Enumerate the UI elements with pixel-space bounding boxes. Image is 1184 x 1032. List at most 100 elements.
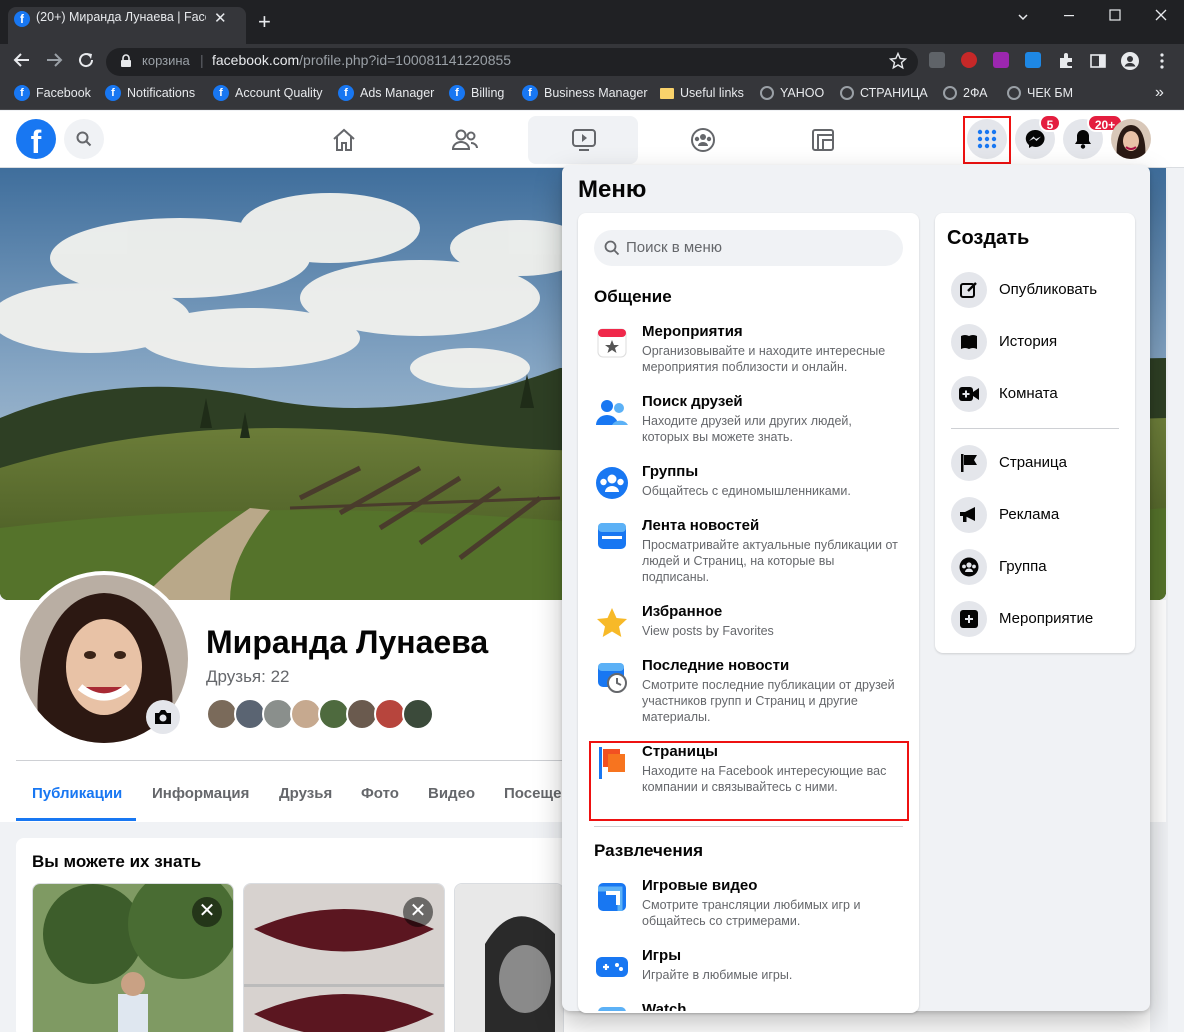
extension-code-icon[interactable] [929, 52, 945, 68]
lock-icon[interactable] [120, 54, 132, 68]
video-plus-icon [951, 376, 987, 412]
reload-icon[interactable] [77, 51, 95, 69]
extension-purple-icon[interactable] [993, 52, 1009, 68]
bookmark-business-manager[interactable]: f Business Manager [522, 84, 648, 102]
watch-icon [598, 1007, 626, 1011]
tab-friends[interactable]: Друзья [279, 785, 332, 802]
star-icon [597, 608, 627, 637]
bookmark-useful-links[interactable]: Useful links [660, 84, 744, 102]
bookmark-2fa[interactable]: 2ФА [943, 84, 988, 102]
friend-avatar[interactable] [402, 698, 434, 730]
bookmark-check-bm[interactable]: ЧЕК БМ [1007, 84, 1073, 102]
tab-photos[interactable]: Фото [361, 785, 399, 802]
tab-checkins[interactable]: Посеще [504, 785, 561, 802]
menu-item-groups[interactable]: Группы Общайтесь с единомышленниками. [594, 463, 904, 503]
nav-friends[interactable] [409, 116, 519, 164]
url-separator: | [200, 52, 204, 68]
url-text[interactable]: facebook.com/profile.php?id=100081141220… [212, 52, 511, 68]
facebook-logo-icon[interactable]: f [16, 119, 56, 160]
bookmarks-overflow[interactable]: » [1155, 84, 1164, 102]
active-tab-indicator [16, 818, 136, 821]
bookmark-label: Account Quality [235, 86, 323, 100]
bookmark-label: Useful links [680, 86, 744, 100]
create-group-button[interactable]: Группа [951, 549, 1121, 585]
dismiss-icon[interactable]: ✕ [192, 897, 222, 927]
bookmark-star-icon[interactable] [889, 52, 907, 70]
book-icon [951, 324, 987, 360]
create-page-button[interactable]: Страница [951, 445, 1121, 481]
menu-item-title: Watch [642, 1001, 687, 1011]
bookmark-facebook[interactable]: f Facebook [14, 84, 91, 102]
search-button[interactable] [64, 119, 104, 159]
suggestion-card[interactable]: ✕ [32, 883, 234, 1032]
tab-search-icon[interactable] [1016, 10, 1030, 24]
suggestion-card[interactable] [454, 883, 564, 1032]
bookmark-ads-manager[interactable]: f Ads Manager [338, 84, 434, 102]
tab-title[interactable]: (20+) Миранда Лунаева | Faceb [36, 10, 206, 24]
facebook-icon: f [338, 85, 354, 101]
maximize-icon[interactable] [1108, 8, 1122, 22]
menu-item-find-friends[interactable]: Поиск друзей Находите друзей или других … [594, 393, 904, 449]
menu-item-recent[interactable]: Последние новости Смотрите последние пуб… [594, 657, 904, 729]
menu-item-gaming-video[interactable]: Игровые видео Смотрите трансляции любимы… [594, 877, 904, 933]
flag-icon [951, 445, 987, 481]
extension-red-icon[interactable] [961, 52, 977, 68]
nav-groups[interactable] [648, 116, 758, 164]
menu-item-news-feed[interactable]: Лента новостей Просматривайте актуальные… [594, 517, 904, 589]
menu-item-title: Поиск друзей [642, 393, 743, 410]
profile-friends-count[interactable]: Друзья: 22 [206, 667, 290, 687]
create-label: История [999, 333, 1058, 350]
menu-item-events[interactable]: Мероприятия Организовывайте и находите и… [594, 323, 904, 379]
globe-icon [760, 86, 774, 100]
menu-item-games[interactable]: Игры Играйте в любимые игры. [594, 947, 904, 987]
section-social: Общение [594, 287, 672, 306]
camera-button[interactable] [146, 700, 180, 734]
tab-close-icon[interactable]: ✕ [214, 9, 227, 27]
forward-icon[interactable] [45, 51, 63, 69]
tab-videos[interactable]: Видео [428, 785, 475, 802]
menu-item-title: Последние новости [642, 657, 790, 674]
bookmark-billing[interactable]: f Billing [449, 84, 504, 102]
bookmark-stranitsa[interactable]: СТРАНИЦА [840, 84, 928, 102]
facebook-icon: f [522, 85, 538, 101]
extension-blue-icon[interactable] [1025, 52, 1041, 68]
side-panel-icon[interactable] [1089, 52, 1107, 70]
back-icon[interactable] [13, 51, 31, 69]
menu-item-watch[interactable]: Watch [594, 1001, 904, 1011]
extensions-puzzle-icon[interactable] [1057, 52, 1075, 70]
create-ad-button[interactable]: Реклама [951, 497, 1121, 533]
pymk-title: Вы можете их знать [32, 852, 202, 871]
divider [594, 826, 903, 827]
create-title: Создать [947, 227, 1030, 249]
close-window-icon[interactable] [1154, 8, 1168, 22]
nav-watch[interactable] [528, 116, 638, 164]
menu-item-favorites[interactable]: Избранное View posts by Favorites [594, 603, 904, 643]
nav-home[interactable] [289, 116, 399, 164]
create-label: Реклама [999, 506, 1060, 523]
bookmark-account-quality[interactable]: f Account Quality [213, 84, 323, 102]
bookmark-notifications[interactable]: f Notifications [105, 84, 195, 102]
page-scrollbar[interactable] [1168, 168, 1184, 1032]
create-room-button[interactable]: Комната [951, 376, 1121, 412]
create-event-button[interactable]: Мероприятие [951, 601, 1121, 637]
create-post-button[interactable]: Опубликовать [951, 272, 1121, 308]
account-avatar[interactable] [1111, 119, 1151, 159]
menu-item-desc: View posts by Favorites [642, 624, 774, 638]
create-story-button[interactable]: История [951, 324, 1121, 360]
new-tab-button[interactable]: + [258, 11, 271, 33]
nav-gaming[interactable] [768, 116, 878, 164]
highlight-box-menu [963, 116, 1011, 164]
calendar-icon [597, 328, 627, 358]
browser-menu-icon[interactable] [1156, 52, 1168, 70]
minimize-icon[interactable] [1062, 14, 1076, 18]
suggestion-card[interactable]: ✕ [243, 883, 445, 1032]
bookmark-yahoo[interactable]: YAHOO [760, 84, 824, 102]
menu-item-title: Избранное [642, 603, 723, 620]
dismiss-icon[interactable]: ✕ [403, 897, 433, 927]
tab-posts[interactable]: Публикации [32, 785, 122, 802]
search-icon [76, 131, 92, 147]
profile-icon[interactable] [1120, 51, 1140, 71]
bookmark-label: 2ФА [963, 86, 988, 100]
tab-about[interactable]: Информация [152, 785, 249, 802]
menu-item-title: Игры [642, 947, 682, 964]
